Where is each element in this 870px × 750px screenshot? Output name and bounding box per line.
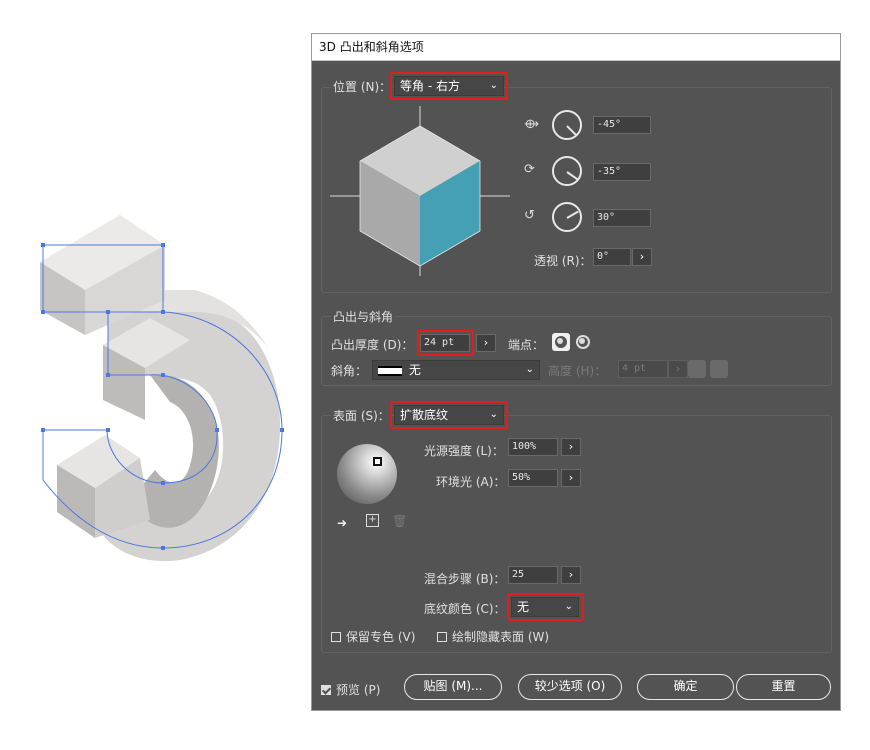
y-rotation-dial[interactable] [552, 156, 582, 186]
bevel-label: 斜角： [331, 364, 368, 378]
checkbox-checked-icon[interactable] [321, 685, 331, 695]
ambient-light-label: 环境光 (A)： [436, 475, 506, 489]
light-intensity-label: 光源强度 (L)： [424, 444, 504, 458]
x-axis-rotate-icon: ⟴ [524, 117, 540, 132]
bevel-in-icon[interactable] [710, 360, 728, 378]
bevel-select[interactable]: 无 ⌄ [372, 360, 540, 380]
delete-light-icon[interactable]: 🗑 [392, 514, 407, 528]
ambient-light-stepper-button[interactable]: › [561, 469, 581, 487]
bevel-preview-icon [378, 366, 402, 376]
cap-off-icon[interactable] [574, 333, 592, 351]
bevel-height-label: 高度 (H)： [548, 364, 607, 378]
3d-extrude-bevel-dialog: 3D 凸出和斜角选项 位置 (N)： 等角 - 右方 ⌄ ⟴ -45° ⟳ -3… [311, 33, 841, 711]
y-axis-rotate-icon: ⟳ [524, 162, 535, 177]
shade-color-label: 底纹颜色 (C)： [424, 602, 506, 616]
ambient-light-field[interactable]: 50% [508, 469, 558, 487]
new-light-icon[interactable]: + [366, 514, 379, 527]
y-rotation-field[interactable]: -35° [593, 163, 651, 181]
ok-button[interactable]: 确定 [637, 674, 734, 700]
surface-label: 表面 (S)： [331, 407, 392, 424]
light-sphere[interactable] [337, 444, 397, 504]
draw-hidden-checkbox[interactable]: 绘制隐藏表面 (W) [437, 628, 549, 645]
blend-steps-stepper-button[interactable]: › [561, 566, 581, 584]
cap-label: 端点： [508, 338, 545, 352]
preserve-spot-checkbox[interactable]: 保留专色 (V) [331, 628, 415, 645]
fewer-options-button[interactable]: 较少选项 (O) [518, 674, 622, 700]
blend-steps-label: 混合步骤 (B)： [424, 572, 506, 586]
extrude-depth-label: 凸出厚度 (D)： [331, 338, 414, 352]
perspective-stepper-button[interactable]: › [632, 248, 652, 266]
checkbox-icon[interactable] [437, 632, 447, 642]
z-rotation-field[interactable]: 30° [593, 209, 651, 227]
orientation-cube[interactable] [330, 106, 510, 276]
bevel-height-field[interactable]: 4 pt [618, 360, 668, 378]
extrude-depth-stepper-button[interactable]: › [476, 334, 496, 352]
light-intensity-stepper-button[interactable]: › [561, 438, 581, 456]
move-light-back-icon[interactable]: ➜ [337, 516, 347, 530]
x-rotation-dial[interactable] [552, 110, 582, 140]
extrude-section-label: 凸出与斜角 [331, 308, 396, 325]
perspective-field[interactable]: 0° [593, 248, 631, 266]
bevel-height-stepper-button[interactable]: › [668, 360, 688, 378]
dialog-title[interactable]: 3D 凸出和斜角选项 [312, 34, 840, 61]
preview-label: 预览 (P) [336, 683, 381, 697]
x-rotation-field[interactable]: -45° [593, 116, 651, 134]
map-art-button[interactable]: 贴图 (M)... [404, 674, 502, 700]
z-rotation-dial[interactable] [552, 202, 582, 232]
z-axis-rotate-icon: ↺ [524, 208, 535, 223]
highlight-extrude-depth [417, 330, 474, 356]
light-source-handle[interactable] [373, 457, 382, 466]
chevron-down-icon: ⌄ [525, 364, 534, 375]
position-label: 位置 (N)： [331, 78, 394, 95]
preview-checkbox[interactable]: 预览 (P) [321, 681, 380, 698]
highlight-surface-select [390, 401, 508, 429]
highlight-shade-color [507, 593, 584, 621]
draw-hidden-label: 绘制隐藏表面 (W) [452, 630, 550, 644]
light-intensity-field[interactable]: 100% [508, 438, 558, 456]
highlight-position-select [390, 72, 508, 100]
checkbox-icon[interactable] [331, 632, 341, 642]
cap-on-icon[interactable] [552, 333, 570, 351]
blend-steps-field[interactable]: 25 [508, 566, 558, 584]
reset-button[interactable]: 重置 [736, 674, 831, 700]
artboard-3d-five[interactable] [0, 0, 300, 750]
preserve-spot-label: 保留专色 (V) [346, 630, 416, 644]
bevel-select-value: 无 [408, 363, 421, 377]
bevel-out-icon[interactable] [688, 360, 706, 378]
perspective-label: 透视 (R)： [534, 254, 592, 268]
